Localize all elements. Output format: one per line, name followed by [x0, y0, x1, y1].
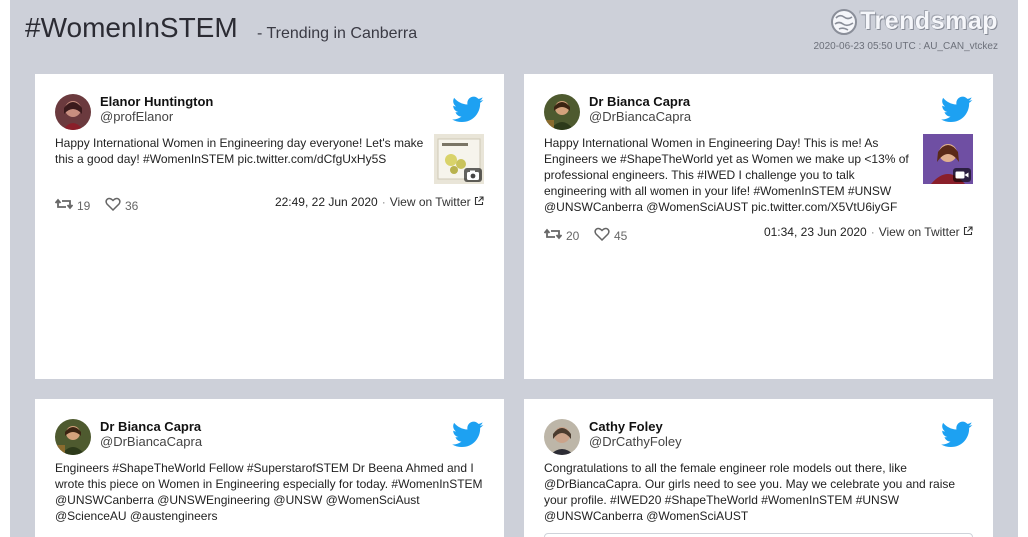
retweet-count-value: 20	[566, 229, 580, 243]
external-link-icon	[963, 226, 973, 236]
twitter-bird-icon[interactable]	[941, 96, 973, 124]
avatar[interactable]	[544, 94, 580, 130]
dot-separator: ·	[870, 225, 875, 239]
tweet-time[interactable]: 01:34, 23 Jun 2020	[764, 225, 867, 239]
tweet-timestamp-row: 01:34, 23 Jun 2020 · View on Twitter	[764, 225, 973, 239]
tweet-media-thumbnail[interactable]	[434, 134, 484, 184]
external-link-icon	[474, 196, 484, 206]
retweet-icon	[544, 228, 562, 240]
heart-icon	[594, 227, 610, 241]
like-count[interactable]: 36	[105, 195, 138, 213]
author-handle[interactable]: @DrBiancaCapra	[589, 109, 691, 124]
tweet-card: Elanor Huntington @profElanor Happy Inte…	[35, 74, 504, 379]
tweet-text: Happy International Women in Engineering…	[55, 136, 424, 166]
author-handle[interactable]: @DrBiancaCapra	[100, 434, 202, 449]
twitter-bird-icon[interactable]	[941, 421, 973, 449]
author-name[interactable]: Elanor Huntington	[100, 94, 213, 109]
snapshot-timestamp: 2020-06-23 05:50 UTC : AU_CAN_vtckez	[813, 41, 998, 52]
tweet-media-thumbnail[interactable]	[923, 134, 973, 184]
like-count-value: 45	[614, 229, 628, 243]
author-name[interactable]: Cathy Foley	[589, 419, 663, 434]
tweet-time[interactable]: 22:49, 22 Jun 2020	[275, 195, 378, 209]
like-count-value: 36	[125, 199, 139, 213]
view-on-twitter-link[interactable]: View on Twitter	[390, 195, 471, 209]
tweet-card: Dr Bianca Capra @DrBiancaCapra Happy Int…	[524, 74, 993, 379]
author-handle[interactable]: @profElanor	[100, 109, 173, 124]
tweet-meta: 19 36 22:49, 22 Jun 2020 · View on Twitter	[55, 195, 484, 213]
trendsmap-logo[interactable]: Trendsmap	[830, 7, 998, 36]
twitter-bird-icon[interactable]	[452, 96, 484, 124]
tweet-meta: 20 45 01:34, 23 Jun 2020 · View on Twitter	[544, 225, 973, 243]
avatar[interactable]	[55, 94, 91, 130]
dot-separator: ·	[381, 195, 386, 209]
camera-icon	[464, 168, 482, 182]
trending-location-subtitle: - Trending in Canberra	[257, 25, 418, 42]
view-on-twitter-link[interactable]: View on Twitter	[879, 225, 960, 239]
page-header: #WomenInSTEM - Trending in Canberra Tren…	[10, 0, 1018, 70]
like-count[interactable]: 45	[594, 225, 627, 243]
link-preview-card[interactable]	[544, 533, 973, 537]
avatar[interactable]	[55, 419, 91, 455]
tweet-text: Engineers #ShapeTheWorld Fellow #Superst…	[55, 461, 483, 523]
trendsmap-logo-text: Trendsmap	[860, 7, 998, 35]
twitter-bird-icon[interactable]	[452, 421, 484, 449]
trendsmap-page: #WomenInSTEM - Trending in Canberra Tren…	[10, 0, 1018, 537]
retweet-count[interactable]: 19	[55, 195, 90, 213]
trendsmap-globe-icon	[831, 8, 858, 35]
video-icon	[953, 168, 971, 182]
tweet-card: Cathy Foley @DrCathyFoley Congratulation…	[524, 399, 993, 537]
author-name[interactable]: Dr Bianca Capra	[589, 94, 690, 109]
retweet-count[interactable]: 20	[544, 225, 579, 243]
heart-icon	[105, 197, 121, 211]
tweet-text: Happy International Women in Engineering…	[544, 136, 909, 214]
tweet-card: Dr Bianca Capra @DrBiancaCapra Engineers…	[35, 399, 504, 537]
avatar[interactable]	[544, 419, 580, 455]
hashtag-title[interactable]: #WomenInSTEM	[25, 12, 238, 44]
tweet-timestamp-row: 22:49, 22 Jun 2020 · View on Twitter	[275, 195, 484, 209]
author-handle[interactable]: @DrCathyFoley	[589, 434, 682, 449]
retweet-count-value: 19	[77, 199, 91, 213]
tweet-text: Congratulations to all the female engine…	[544, 461, 956, 523]
retweet-icon	[55, 198, 73, 210]
author-name[interactable]: Dr Bianca Capra	[100, 419, 201, 434]
